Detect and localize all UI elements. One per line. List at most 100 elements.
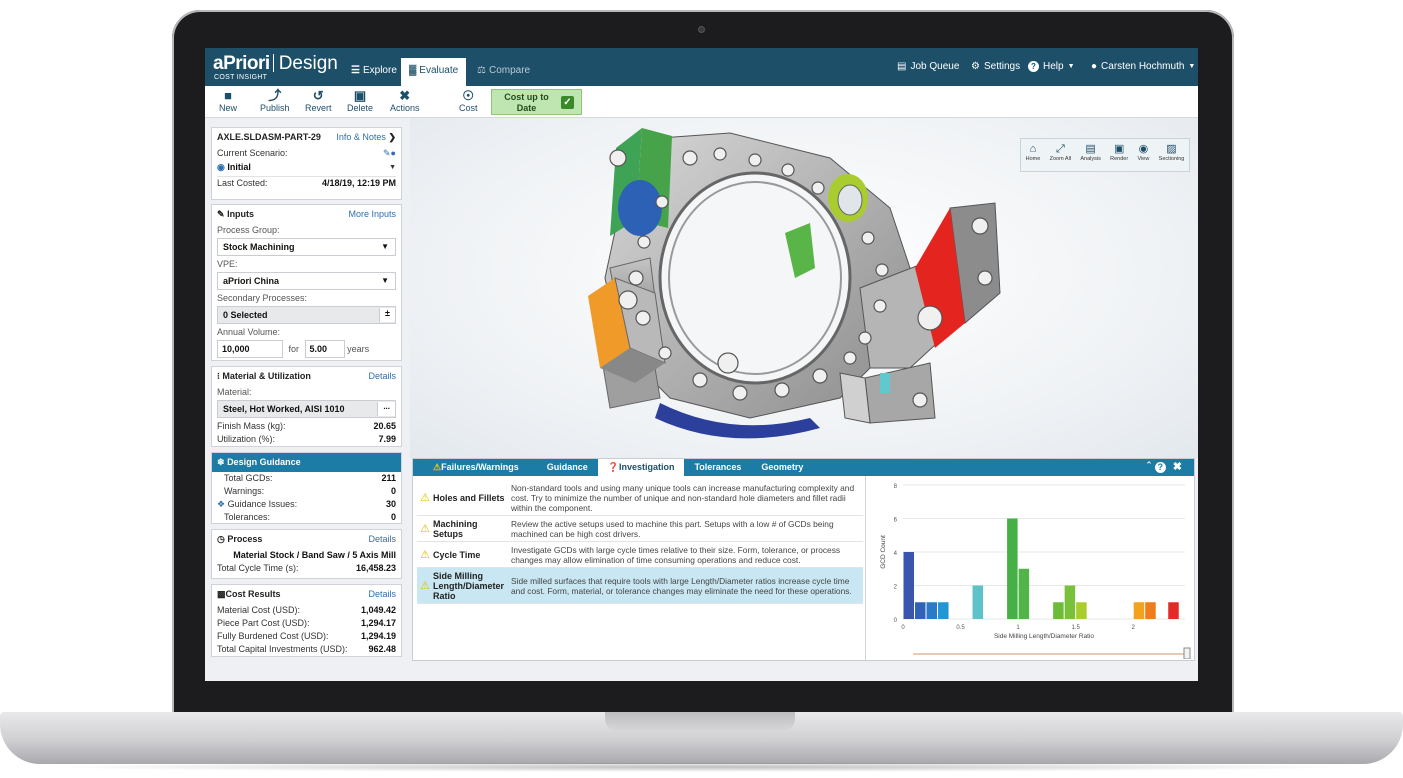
secondary-processes-field[interactable]: 0 Selected ± <box>217 306 396 324</box>
panel-controls: ˆ? ✖ <box>1147 460 1186 473</box>
range-slider-handle[interactable] <box>1183 647 1191 660</box>
histogram-bar <box>972 585 984 619</box>
vpe-select[interactable]: aPriori China ▼ <box>217 272 396 290</box>
gear-icon: ⚙ <box>971 61 980 72</box>
y-tick-label: 6 <box>894 518 898 524</box>
finish-mass-row: Finish Mass (kg): 20.65 <box>212 420 401 433</box>
secondary-edit-button[interactable]: ± <box>379 308 395 322</box>
y-tick-label: 0 <box>894 618 898 624</box>
chevron-up-icon[interactable]: ˆ <box>1147 461 1155 473</box>
warnings-value: 0 <box>390 486 396 496</box>
new-button[interactable]: ■ New <box>219 88 237 113</box>
list-item[interactable]: ⚠ Holes and Fillets Non-standard tools a… <box>417 480 863 516</box>
more-inputs-link[interactable]: More Inputs <box>348 209 396 220</box>
tab-investigation[interactable]: ❓Investigation <box>597 459 685 476</box>
toolbar: ■ New ⤴ Publish ↺ Revert ▣ Delete ✖ Actions ☉… <box>205 86 1198 118</box>
tab-failures-label: Failures/Warnings <box>441 462 519 472</box>
scenario-select[interactable]: ◉ Initial ▼ <box>217 160 396 177</box>
help-label: Help <box>1043 61 1064 72</box>
design-guidance-header[interactable]: ❄ Design Guidance <box>212 453 401 472</box>
scenario-value: Initial <box>227 162 251 172</box>
revert-button[interactable]: ↺ Revert <box>305 88 332 113</box>
tab-geometry[interactable]: Geometry <box>751 459 813 476</box>
3d-viewport[interactable]: ⌂ Home ⤢ Zoom All ▤ Analysis ▣ Render ◉ View … <box>410 118 1198 458</box>
annual-volume-row: 10,000 for 5.00 years <box>212 339 401 359</box>
list-item[interactable]: ⚠ Machining Setups Review the active set… <box>417 516 863 542</box>
cost-status-indicator: Cost up to Date ✓ <box>491 89 582 115</box>
eye-icon: ◉ <box>1138 143 1149 155</box>
cycle-time-row: Total Cycle Time (s): 16,458.23 <box>212 562 401 575</box>
scenario-panel: AXLE.SLDASM-PART-29 Info & Notes ❯ Curre… <box>211 127 402 200</box>
view-button[interactable]: ◉ View <box>1138 142 1150 162</box>
item-description: Non-standard tools and using many unique… <box>511 482 855 513</box>
material-value: Steel, Hot Worked, AISI 1010 <box>223 404 345 414</box>
tab-tolerances-label: Tolerances <box>694 462 742 472</box>
x-tick-label: 0 <box>901 625 905 631</box>
help-icon[interactable]: ? <box>1154 462 1166 473</box>
for-label: for <box>288 344 300 354</box>
cost-details-link[interactable]: Details <box>368 589 396 600</box>
laptop-shadow <box>40 762 1363 772</box>
delete-button[interactable]: ▣ Delete <box>347 88 373 113</box>
item-name: Machining Setups <box>433 518 478 539</box>
scenario-tools-icon[interactable]: ✎● <box>383 148 396 159</box>
sliders-icon: ⁝ <box>217 371 220 381</box>
user-menu[interactable]: ● Carsten Hochmuth ▼ <box>1091 61 1195 72</box>
list-item[interactable]: ⚠ Cycle Time Investigate GCDs with large… <box>417 542 863 568</box>
analysis-label: Analysis <box>1080 156 1101 162</box>
settings-button[interactable]: ⚙ Settings <box>971 61 1020 72</box>
tab-failures-warnings[interactable]: ⚠Failures/Warnings <box>413 459 529 476</box>
actions-button[interactable]: ✖ Actions <box>390 88 420 113</box>
cost-status-line1: Cost up to <box>504 92 549 102</box>
item-name: Holes and Fillets <box>433 492 505 503</box>
help-button[interactable]: ? Help ▼ <box>1028 61 1075 72</box>
sectioning-button[interactable]: ▨ Sectioning <box>1159 142 1185 162</box>
finish-mass-value: 20.65 <box>373 421 396 431</box>
material-select[interactable]: Steel, Hot Worked, AISI 1010... <box>217 400 396 418</box>
cost-results-title: Cost Results <box>225 589 281 599</box>
process-panel: ◷ Process Details Material Stock / Band S… <box>211 529 402 579</box>
info-notes-link[interactable]: Info & Notes ❯ <box>336 132 396 143</box>
home-view-button[interactable]: ⌂ Home <box>1026 142 1041 162</box>
warning-icon: ⚠ <box>433 462 442 472</box>
material-label: Material: <box>217 387 252 397</box>
balance-icon: ⚖ <box>477 65 486 76</box>
scenario-label: Current Scenario: <box>217 148 288 158</box>
material-browse-button[interactable]: ... <box>377 402 395 416</box>
job-queue-label: Job Queue <box>910 61 960 72</box>
trash-icon: ▣ <box>353 88 367 103</box>
list-icon: ☰ <box>351 65 360 76</box>
analysis-button[interactable]: ▤ Analysis <box>1080 142 1100 162</box>
capital-investments-label: Total Capital Investments (USD): <box>217 644 348 654</box>
tolerances-value: 0 <box>390 512 396 522</box>
tab-guidance[interactable]: ● Guidance <box>529 459 598 476</box>
warnings-label: Warnings: <box>224 486 265 496</box>
tolerances-row: Tolerances: 0 <box>212 511 401 524</box>
total-gcds-value: 211 <box>381 473 396 483</box>
job-queue-button[interactable]: ▤ Job Queue <box>897 61 959 72</box>
annual-volume-input[interactable]: 10,000 <box>217 340 283 358</box>
tab-geometry-label: Geometry <box>761 462 804 472</box>
years-input[interactable]: 5.00 <box>304 340 345 358</box>
cost-button[interactable]: ☉ Cost <box>459 88 478 113</box>
share-icon: ⤴ <box>268 88 282 103</box>
tab-compare[interactable]: ⚖ Compare <box>477 58 530 86</box>
process-details-link[interactable]: Details <box>368 534 396 545</box>
tab-evaluate[interactable]: ▓ Evaluate <box>401 58 467 86</box>
guidance-icon: ● <box>538 462 545 472</box>
user-icon: ● <box>1091 61 1098 72</box>
histogram-bar <box>1168 602 1179 619</box>
warning-icon: ⚠ <box>420 492 430 504</box>
close-icon[interactable]: ✖ <box>1173 461 1186 473</box>
tab-guidance-label: Guidance <box>546 462 588 472</box>
process-group-select[interactable]: Stock Machining ▼ <box>217 238 396 256</box>
tab-tolerances[interactable]: Tolerances <box>684 459 751 476</box>
render-button[interactable]: ▣ Render <box>1110 142 1128 162</box>
publish-button[interactable]: ⤴ Publish <box>260 88 290 113</box>
utilization-value: 7.99 <box>378 434 396 444</box>
material-details-link[interactable]: Details <box>368 371 396 382</box>
histogram-bar <box>1007 518 1018 619</box>
tab-explore[interactable]: ☰ Explore <box>351 58 397 86</box>
list-item[interactable]: ⚠ Side Milling Length/Diameter Ratio Sid… <box>417 568 863 604</box>
zoom-all-button[interactable]: ⤢ Zoom All <box>1050 142 1071 162</box>
